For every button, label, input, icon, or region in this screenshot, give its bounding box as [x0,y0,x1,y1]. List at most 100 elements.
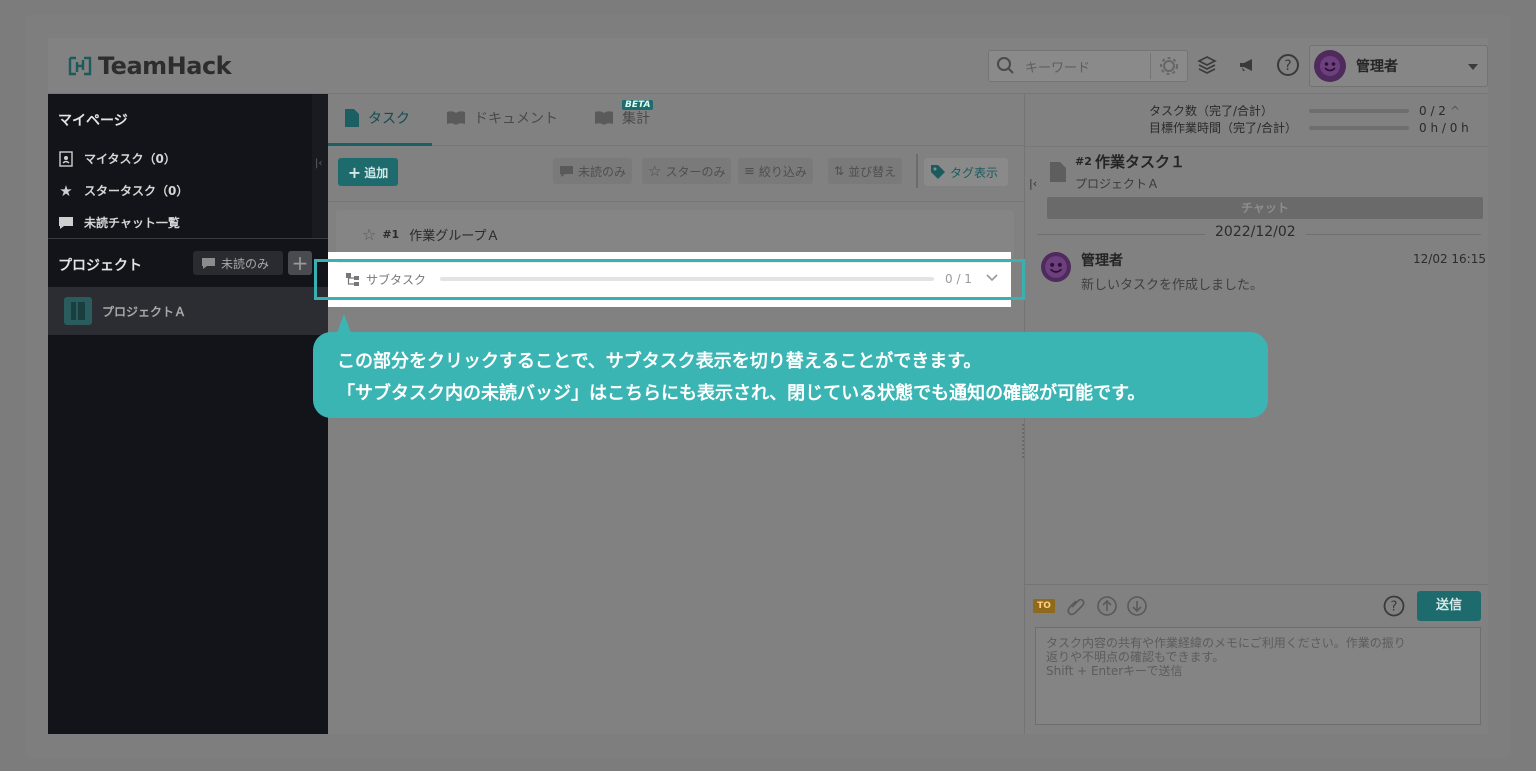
sidebar-item-unread-chats[interactable]: 未読チャット一覧 [58,214,180,231]
highlight-frame [314,259,1025,300]
tab-bar: タスク ドキュメント 集計 BETA [328,94,1024,146]
callout-line: 「サブタスク内の未読バッジ」はこちらにも表示され、閉じている状態でも通知の確認が… [337,383,1146,404]
filter-button[interactable]: ≡ 絞り込み [738,158,813,184]
sidebar: |‹ マイページ マイタスク（0） ★ スタータスク（0） 未読チャット一覧 プ… [48,94,328,734]
group-name: 作業グループＡ [409,228,500,244]
help-icon[interactable]: ? [1275,52,1301,78]
arrow-up-circle-icon[interactable] [1096,595,1118,617]
sort-button[interactable]: ⇅ 並び替え [828,158,903,184]
megaphone-icon[interactable] [1234,52,1260,78]
layers-icon[interactable] [1194,52,1220,78]
chevron-down-icon [1468,64,1478,70]
book-icon [595,111,613,125]
message-time: 12/02 16:15 [1413,252,1486,266]
chat-bubble-icon [560,165,573,177]
chat-bubble-icon [58,215,74,231]
toolbar-divider [916,154,918,188]
message-author: 管理者 [1081,253,1123,269]
add-project-button[interactable]: + [288,251,312,275]
beta-badge: BETA [622,100,654,110]
avatar [1041,252,1071,282]
paperclip-icon[interactable] [1065,595,1087,617]
task-project: プロジェクトＡ [1075,177,1160,191]
stats-toggle[interactable]: ^ [1450,104,1460,118]
tab-label: タスク [368,111,410,127]
document-icon [1050,162,1066,182]
message-text: 新しいタスクを作成しました。 [1081,278,1264,293]
search-input[interactable]: キーワード [1025,57,1090,76]
star-only-label: スターのみ [665,164,726,179]
sidebar-item-label: マイタスク（0） [84,152,176,166]
chat-date: 2022/12/02 [1205,224,1306,240]
sidebar-item-label: 未読チャット一覧 [84,216,180,230]
work-time-value: 0 h / 0 h [1419,120,1469,135]
task-title[interactable]: 作業タスク１ [1095,151,1185,172]
document-user-icon [58,150,74,167]
collapse-sidebar-icon[interactable]: |‹ [315,158,322,169]
smiley-icon [1320,56,1340,76]
tab-summary[interactable]: 集計 [594,108,650,128]
projects-title: プロジェクト [58,258,142,274]
task-count-value: 0 / 2 [1419,103,1446,118]
add-task-button[interactable]: + 追加 [338,158,398,186]
sidebar-collapse-strip[interactable]: |‹ [312,94,328,238]
search-icon [997,57,1014,74]
arrow-down-circle-icon[interactable] [1126,595,1148,617]
work-time-bar [1309,125,1409,130]
star-outline-icon[interactable]: ☆ [362,225,376,244]
textarea-placeholder-line: Shift + Enterキーで送信 [1046,664,1183,678]
sidebar-project-item[interactable]: プロジェクトＡ [48,287,328,335]
svg-text:?: ? [1391,600,1398,615]
plus-icon: + [347,162,362,182]
add-task-label: 追加 [364,165,389,180]
search-divider [1150,53,1151,79]
sidebar-item-label: スタータスク（0） [84,184,189,198]
tutorial-callout: この部分をクリックすることで、サブタスク表示を切り替えることができます。 「サブ… [313,332,1268,418]
star-only-button[interactable]: ☆ スターのみ [642,158,732,184]
task-group-row[interactable]: ☆ #1 作業グループＡ [336,210,1014,258]
star-icon: ★ [59,181,73,200]
work-time-label: 目標作業時間（完了/合計） [1149,121,1298,135]
mypage-title: マイページ [58,113,128,129]
tab-tasks[interactable]: タスク [344,108,410,128]
user-menu[interactable]: 管理者 [1309,45,1488,87]
work-time-stat: 目標作業時間（完了/合計） 0 h / 0 h [1149,119,1479,136]
gear-icon[interactable] [1159,56,1179,76]
chat-bubble-icon [202,257,215,269]
sort-label: 並び替え [848,164,897,179]
task-detail-header: |‹ #2 作業タスク１ プロジェクトＡ チャット [1025,146,1488,222]
send-button[interactable]: 送信 [1417,591,1481,621]
filter-icon: ≡ [744,163,755,179]
tab-documents[interactable]: ドキュメント [446,108,558,128]
mention-to-icon[interactable]: TO [1033,599,1055,613]
sidebar-divider [48,238,328,239]
sidebar-item-my-tasks[interactable]: マイタスク（0） [58,150,176,167]
task-count-label: タスク数（完了/合計） [1149,104,1274,118]
filter-label: 絞り込み [758,164,807,179]
tag-display-button[interactable]: タグ表示 [924,158,1008,186]
tag-display-label: タグ表示 [950,165,999,180]
unread-only-button[interactable]: 未読のみ [553,158,633,184]
project-icon [64,297,92,325]
help-icon[interactable]: ? [1383,595,1405,617]
textarea-placeholder-line: タスク内容の共有や作業経緯のメモにご利用ください。作業の振り [1046,636,1406,650]
svg-text:?: ? [1284,58,1291,74]
task-number: #2 [1075,155,1092,168]
task-stats: タスク数（完了/合計） 0 / 2 ^ 目標作業時間（完了/合計） 0 h / … [1149,102,1479,136]
collapse-pane-icon[interactable]: |‹ [1029,177,1037,190]
logo-icon [68,56,92,76]
unread-only-filter-button[interactable]: 未読のみ [193,251,283,275]
search-box[interactable]: キーワード [988,50,1188,82]
group-number: #1 [382,227,400,241]
sidebar-item-star-tasks[interactable]: ★ スタータスク（0） [58,181,189,200]
smiley-icon [1045,256,1067,278]
unread-only-label: 未読のみ [578,164,627,179]
header: TeamHack キーワード ? 管理者 [48,38,1488,94]
textarea-placeholder-line: 返りや不明点の確認もできます。 [1046,650,1225,664]
message-textarea[interactable]: タスク内容の共有や作業経緯のメモにご利用ください。作業の振り 返りや不明点の確認… [1035,627,1481,725]
tab-label: 集計 [622,111,650,127]
task-toolbar: + 追加 未読のみ ☆ スターのみ ≡ 絞り込み ⇅ 並び替え タグ表示 [328,146,1024,202]
logo[interactable]: TeamHack [68,52,232,80]
chat-tab[interactable]: チャット [1047,197,1483,219]
project-name: プロジェクトＡ [102,304,187,319]
